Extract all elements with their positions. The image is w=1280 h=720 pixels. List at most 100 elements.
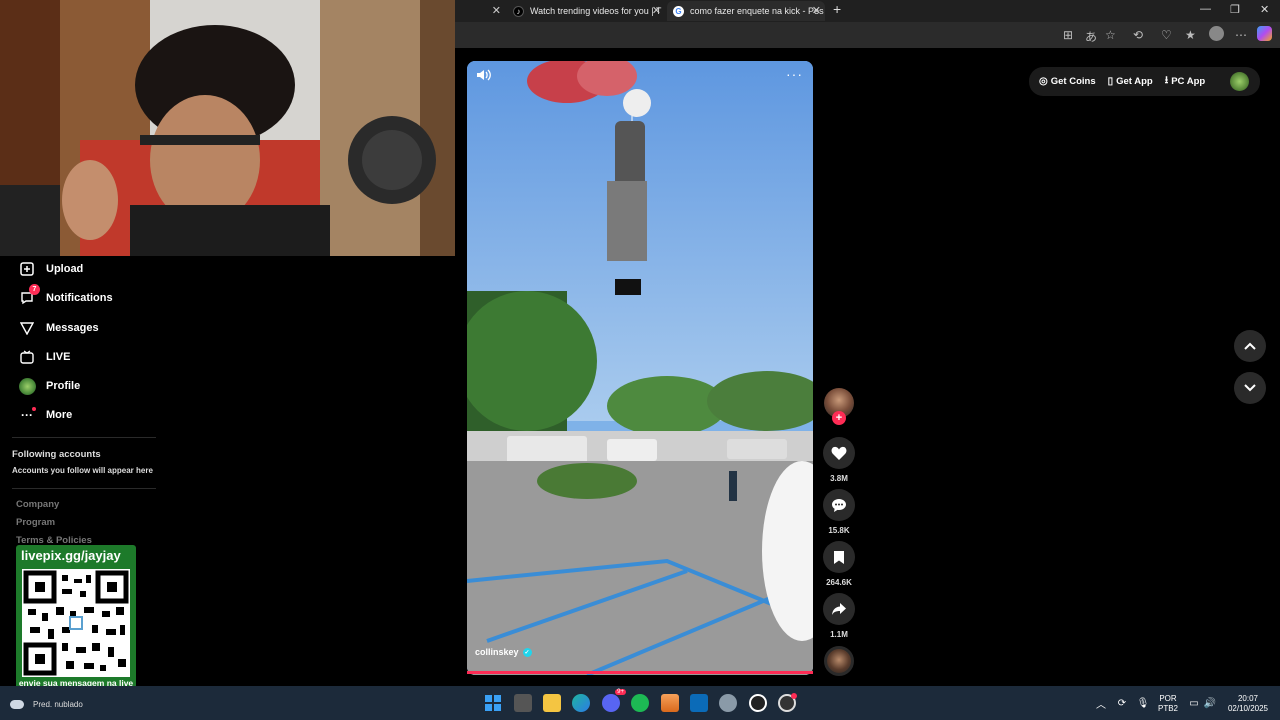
windows-taskbar: 9+ ︿ ⟳ 🎙 POR PTB2 ▭ 🔊 20:07 02/10/2025	[0, 686, 1280, 720]
cloud-app-icon[interactable]	[661, 694, 679, 712]
sidebar-item-notifications[interactable]: 7 Notifications	[18, 284, 113, 307]
task-view-icon[interactable]	[514, 694, 532, 712]
clock[interactable]: 20:07 02/10/2025	[1222, 694, 1274, 714]
pc-app-button[interactable]: ⭳ PC App	[1165, 73, 1205, 90]
keyboard-layout: PTB2	[1157, 704, 1178, 713]
author-username: collinskey	[475, 647, 519, 657]
maximize-button[interactable]: ❐	[1230, 3, 1240, 16]
sidebar-item-live[interactable]: LIVE	[18, 348, 70, 366]
comment-icon	[832, 498, 846, 512]
get-app-label: Get App	[1116, 76, 1153, 87]
browser-toolbar: ⊞ あ ☆ ⟲ ♡ ★ ⋯	[455, 22, 1280, 48]
video-author[interactable]: collinskey ✓	[475, 647, 532, 657]
spotify-icon[interactable]	[631, 694, 649, 712]
microphone-icon[interactable]: 🎙	[1134, 694, 1152, 712]
tab-label: como fazer enquete na kick - Pes	[690, 6, 824, 16]
obs-icon[interactable]	[749, 694, 767, 712]
live-icon	[18, 348, 36, 366]
extensions-icon[interactable]: ⟲	[1133, 28, 1143, 42]
pc-app-label: PC App	[1171, 76, 1206, 87]
get-coins-button[interactable]: ◎ Get Coins	[1039, 76, 1096, 87]
follow-button[interactable]: +	[832, 411, 846, 425]
save-button[interactable]	[823, 541, 855, 573]
sync-icon[interactable]: ⟳	[1113, 694, 1131, 712]
browser-tab-strip: ✕ ♪ Watch trending videos for you | T ✕ …	[455, 0, 1280, 22]
volume-tray-icon[interactable]: 🔊	[1201, 694, 1219, 712]
input-language[interactable]: POR PTB2	[1156, 694, 1180, 714]
profile-avatar	[18, 377, 36, 395]
previous-video-button[interactable]	[1234, 330, 1266, 362]
clock-time: 20:07	[1237, 694, 1259, 703]
heart-icon	[831, 446, 847, 460]
edge-icon[interactable]	[572, 694, 590, 712]
webcam-overlay	[0, 0, 455, 256]
share-button[interactable]	[823, 593, 855, 625]
weather-label: Pred. nublado	[33, 700, 83, 709]
video-progress-bar[interactable]	[467, 671, 813, 674]
settings-more-icon[interactable]: ⋯	[1235, 28, 1247, 42]
following-accounts-title: Following accounts	[12, 449, 101, 460]
app-alert-dot	[791, 693, 797, 699]
sidebar-item-profile[interactable]: Profile	[18, 377, 80, 395]
sidebar-item-more[interactable]: ··· More	[18, 406, 72, 424]
app-available-icon[interactable]: ⊞	[1063, 28, 1073, 42]
video-player[interactable]	[467, 61, 813, 675]
video-frame	[467, 61, 813, 675]
sidebar-item-label: Upload	[46, 263, 84, 275]
show-hidden-icons-chevron-icon[interactable]: ︿	[1092, 694, 1110, 712]
minimize-button[interactable]: —	[1200, 3, 1211, 15]
close-tab-icon[interactable]: ✕	[652, 4, 661, 17]
footer-link-program[interactable]: Program	[16, 517, 55, 528]
discord-icon[interactable]: 9+	[602, 689, 626, 712]
tab-google-search[interactable]: G como fazer enquete na kick - Pes ✕	[667, 1, 825, 21]
streamer-camera-image	[0, 0, 455, 256]
close-window-button[interactable]: ✕	[1260, 3, 1269, 16]
like-button[interactable]	[823, 437, 855, 469]
tab-label: Watch trending videos for you | T	[530, 6, 662, 16]
photos-icon[interactable]	[690, 694, 708, 712]
notification-badge: 7	[29, 284, 40, 295]
comment-count: 15.8K	[828, 526, 850, 535]
favorites-icon[interactable]: ★	[1185, 28, 1196, 42]
browser-essentials-icon[interactable]: ♡	[1161, 28, 1172, 42]
favorite-star-icon[interactable]: ☆	[1105, 28, 1116, 42]
user-avatar[interactable]	[1230, 72, 1249, 91]
chevron-up-icon	[1244, 342, 1256, 350]
divider	[12, 488, 156, 489]
new-tab-button[interactable]: +	[833, 1, 841, 17]
get-coins-label: Get Coins	[1050, 76, 1096, 87]
app-icon[interactable]	[778, 693, 797, 712]
share-count: 1.1M	[830, 630, 848, 639]
download-icon: ⭳	[1164, 75, 1169, 86]
sidebar-item-label: Profile	[46, 380, 81, 392]
clock-date: 02/10/2025	[1227, 704, 1269, 713]
chevron-down-icon	[1244, 384, 1256, 392]
video-more-options-icon[interactable]: ···	[786, 66, 803, 82]
google-icon: G	[673, 5, 684, 17]
weather-widget[interactable]: Pred. nublado	[10, 700, 83, 709]
sidebar-item-label: Messages	[46, 322, 99, 334]
tab-tiktok[interactable]: ♪ Watch trending videos for you | T ✕	[507, 1, 665, 21]
file-explorer-icon[interactable]	[543, 694, 561, 712]
settings-gear-icon[interactable]	[719, 694, 737, 712]
sidebar-item-messages[interactable]: Messages	[18, 319, 99, 337]
copilot-icon[interactable]	[1257, 26, 1272, 41]
profile-avatar[interactable]	[1209, 26, 1224, 41]
footer-link-company[interactable]: Company	[16, 499, 59, 510]
sidebar-item-label: More	[46, 409, 73, 421]
coin-icon: ◎	[1039, 76, 1048, 87]
sidebar-item-upload[interactable]: Upload	[18, 260, 83, 278]
comment-button[interactable]	[823, 489, 855, 521]
close-tab-icon[interactable]: ✕	[812, 4, 821, 17]
share-icon	[832, 603, 846, 615]
next-video-button[interactable]	[1234, 372, 1266, 404]
volume-icon[interactable]	[476, 68, 492, 87]
music-disc-avatar[interactable]	[824, 646, 854, 676]
following-accounts-subtitle: Accounts you follow will appear here	[12, 466, 153, 475]
read-aloud-icon[interactable]: あ	[1085, 28, 1097, 45]
sidebar-item-label: LIVE	[46, 351, 71, 363]
tab-previous[interactable]: ✕	[465, 1, 505, 21]
windows-start-icon[interactable]	[484, 694, 502, 712]
close-tab-icon[interactable]: ✕	[492, 4, 501, 17]
get-app-button[interactable]: ▯ Get App	[1108, 76, 1153, 87]
